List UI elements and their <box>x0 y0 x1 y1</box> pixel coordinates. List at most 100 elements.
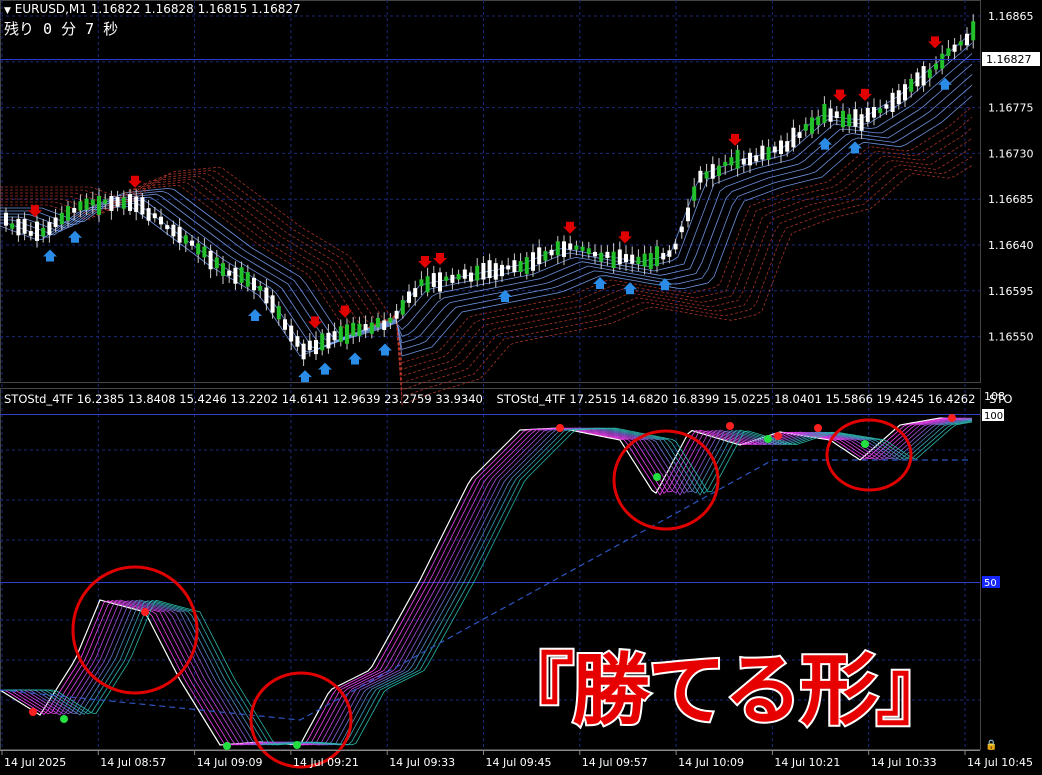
candle-body <box>599 252 604 262</box>
candle-body <box>927 69 932 78</box>
time-tick-label: 14 Jul 10:33 <box>871 756 937 769</box>
candle-body <box>109 195 114 211</box>
candle-body <box>748 152 752 166</box>
candle-body <box>270 295 275 313</box>
price-tick-label: 1.16640 <box>988 239 1034 252</box>
candle-body <box>537 247 542 265</box>
ma-line <box>0 84 973 350</box>
candle-body <box>146 208 151 221</box>
candle-body <box>655 246 659 267</box>
candle-body <box>673 243 678 250</box>
candle-body <box>245 272 250 287</box>
candle-body <box>624 254 628 263</box>
winning-pattern-caption: 『勝てる形』 <box>494 644 956 738</box>
candle-body <box>971 21 976 41</box>
candle-body <box>177 226 182 243</box>
buy-dot <box>223 742 231 750</box>
candle-body <box>121 197 126 209</box>
buy-arrow-icon <box>593 277 607 289</box>
candle-body <box>338 326 343 342</box>
candle-body <box>159 216 163 225</box>
candle-body <box>128 194 132 211</box>
candle-body <box>438 272 442 292</box>
candle-body <box>568 243 573 250</box>
time-tick-label: 14 Jul 09:45 <box>486 756 552 769</box>
candle-body <box>853 109 858 127</box>
candle-body <box>642 253 647 267</box>
candle-body <box>214 257 219 269</box>
indicator-label-3: STO <box>989 392 1013 406</box>
candle-body <box>847 114 852 127</box>
time-tick-label: 14 Jul 08:57 <box>100 756 166 769</box>
candle-body <box>605 251 610 258</box>
candle-body <box>735 149 740 169</box>
candle-body <box>754 155 759 162</box>
candle-body <box>326 332 331 349</box>
candle-body <box>810 117 814 134</box>
sell-arrow-icon <box>858 88 872 101</box>
candle-body <box>630 254 635 264</box>
candle-body <box>958 41 963 46</box>
candle-body <box>884 104 889 109</box>
candle-body <box>78 201 83 211</box>
candle-body <box>283 319 287 330</box>
candle-body <box>828 108 833 122</box>
sell-arrow-icon <box>928 36 942 49</box>
current-price-label: 1.16827 <box>986 53 1032 66</box>
sell-arrow-icon <box>28 205 42 218</box>
candle-body <box>946 48 951 56</box>
time-tick-label: 14 Jul 09:57 <box>582 756 648 769</box>
lock-icon[interactable]: 🔒 <box>985 739 997 751</box>
candle-body <box>574 245 579 250</box>
candle-body <box>369 322 374 334</box>
candle-body <box>264 287 269 304</box>
candle-body <box>301 343 306 360</box>
ma-ribbon <box>0 32 973 405</box>
candle-body <box>785 141 790 152</box>
candle-body <box>648 253 653 270</box>
buy-dot <box>60 715 68 723</box>
candle-body <box>890 92 895 113</box>
chart-window[interactable]: 1.168651.168201.167751.167301.166851.166… <box>0 0 1042 771</box>
candle-body <box>903 84 907 101</box>
sell-dot <box>29 708 37 716</box>
candle-body <box>16 218 21 236</box>
candle-body <box>543 251 548 261</box>
ma-line <box>0 116 973 370</box>
candle-body <box>140 197 145 215</box>
candle-body <box>456 274 461 280</box>
menu-triangle-icon[interactable]: ▼ <box>4 6 11 16</box>
candle-body <box>115 197 120 207</box>
candle-body <box>475 265 480 281</box>
candle-body <box>841 110 845 128</box>
sell-arrow-icon <box>128 175 142 188</box>
candle-body <box>965 33 969 46</box>
ma-line <box>0 127 973 377</box>
sell-dot <box>556 424 564 432</box>
buy-arrow-icon <box>248 309 262 321</box>
buy-arrow-icon <box>498 290 512 302</box>
symbol-title: ▼ EURUSD,M1 1.16822 1.16828 1.16815 1.16… <box>4 2 301 16</box>
candle-body <box>4 212 8 226</box>
candle-body <box>555 241 560 256</box>
candle-body <box>872 107 876 118</box>
buy-arrow-icon <box>378 343 392 356</box>
candle-body <box>320 333 325 351</box>
candle-body <box>952 44 957 52</box>
candle-body <box>90 199 95 206</box>
candle-body <box>233 267 238 284</box>
buy-dot <box>653 473 661 481</box>
candle-body <box>59 212 64 225</box>
candle-body <box>562 241 566 257</box>
level-100-label: 100 <box>984 411 1003 422</box>
candle-body <box>934 63 938 70</box>
sell-arrow-icon <box>833 89 847 102</box>
candle-body <box>915 72 920 87</box>
candle-body <box>450 274 455 283</box>
candle-body <box>35 221 39 241</box>
sell-dot <box>814 424 822 432</box>
candle-body <box>190 240 194 246</box>
sell-dot <box>948 414 956 422</box>
candle-body <box>221 263 225 276</box>
candle-body <box>84 198 89 210</box>
